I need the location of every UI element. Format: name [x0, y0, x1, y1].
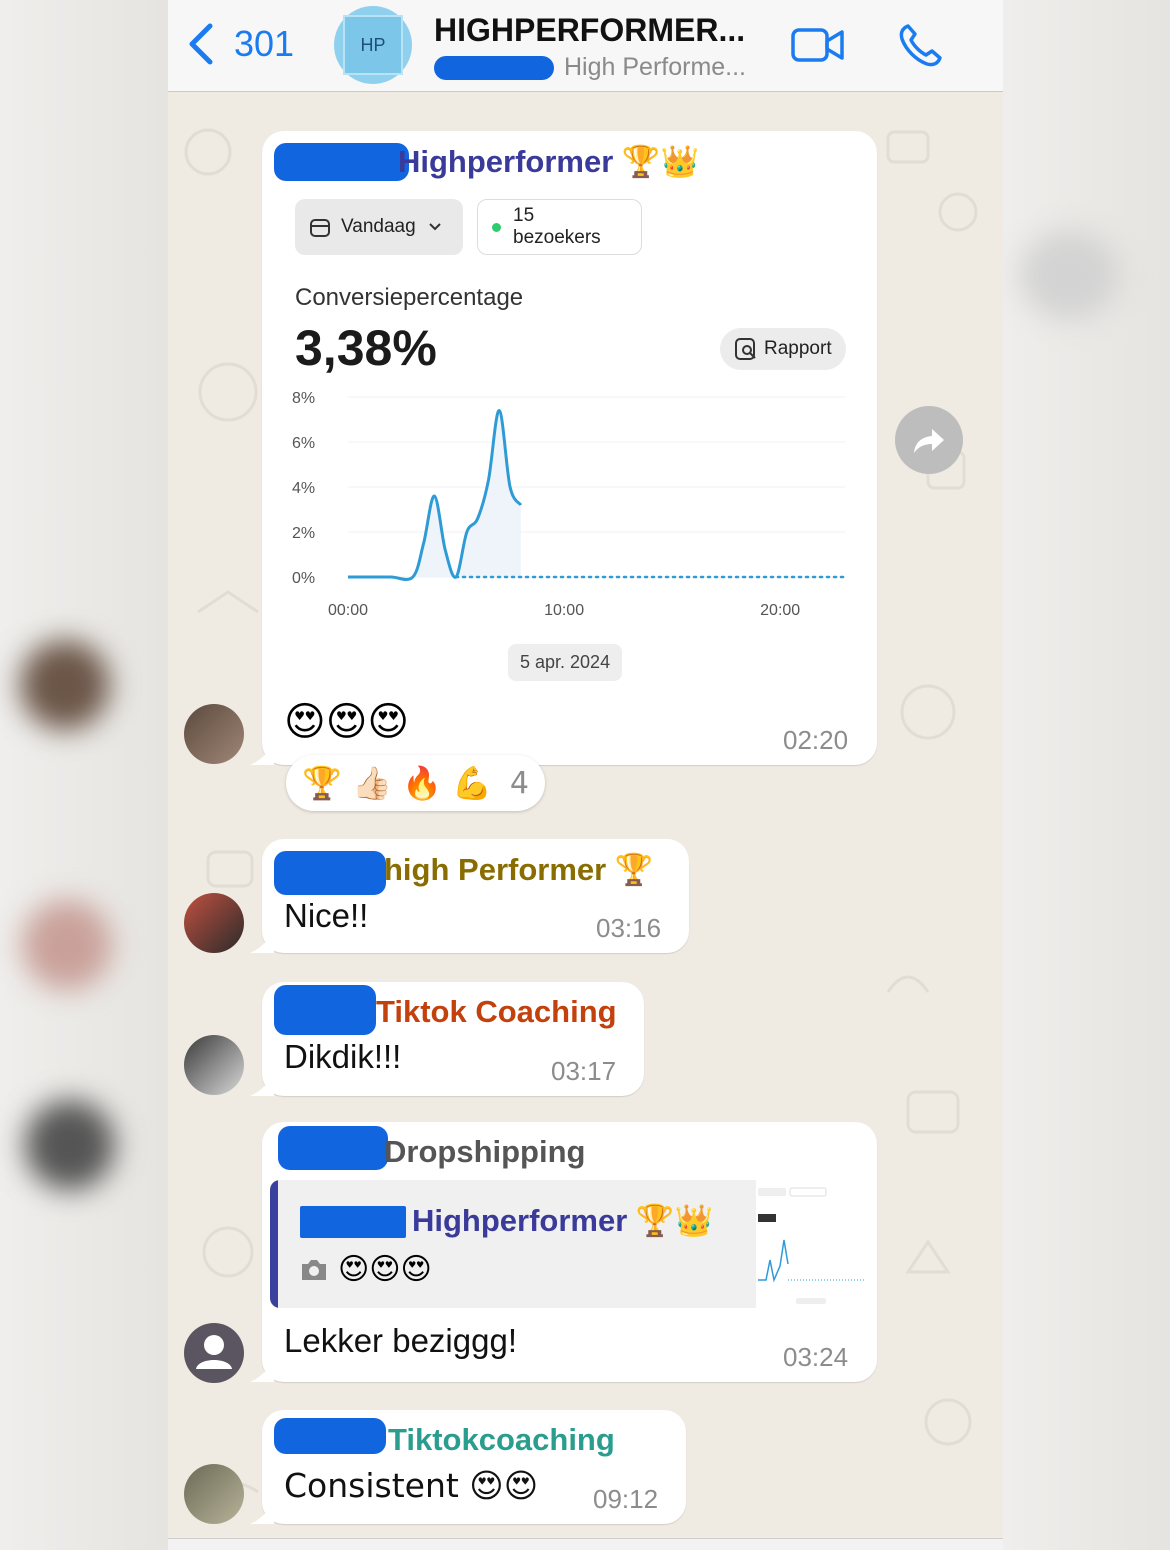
- reaction-emojis: 🏆 👍🏻 🔥 💪: [302, 764, 492, 802]
- thumbnail-chart-image: [758, 1187, 866, 1304]
- message-text: Nice!!: [284, 897, 369, 934]
- message-time: 09:12: [593, 1484, 659, 1514]
- video-camera-icon: [791, 28, 844, 62]
- voice-call-button[interactable]: [894, 22, 950, 73]
- bubble-tail: [250, 1360, 274, 1382]
- quoted-sender: Highperformer 🏆👑: [412, 1203, 714, 1238]
- left-backdrop: [0, 0, 168, 1550]
- sender-name: Highperformer 🏆👑: [398, 144, 700, 179]
- message-text: Lekker beziggg!: [284, 1322, 517, 1359]
- bottom-edge: [168, 1538, 1003, 1550]
- bubble-tail: [250, 1502, 274, 1524]
- sender-avatar[interactable]: [184, 1464, 244, 1524]
- message-bubble[interactable]: Tiktokcoaching Consistent 😍😍 09:12: [250, 1410, 686, 1524]
- y-tick-label: 0%: [292, 570, 315, 587]
- message-text: 😍😍😍: [284, 699, 410, 745]
- group-subtitle: High Performe...: [564, 53, 747, 81]
- message-time: 03:24: [783, 1342, 849, 1372]
- x-tick-label: 10:00: [544, 602, 584, 619]
- metric-label: Conversiepercentage: [295, 284, 524, 311]
- group-title: HIGHPERFORMER...: [434, 12, 746, 48]
- chevron-down-icon: [428, 223, 441, 231]
- y-tick-label: 6%: [292, 435, 315, 452]
- sender-name: Dropshipping: [384, 1134, 586, 1169]
- sender-avatar[interactable]: [184, 704, 244, 764]
- sender-name: Tiktok Coaching: [376, 994, 617, 1029]
- report-label: Rapport: [764, 338, 832, 359]
- forward-button[interactable]: [895, 406, 963, 474]
- unread-count: 301: [234, 23, 295, 64]
- live-dot-icon: [492, 222, 501, 232]
- group-subtitle-row: High Performe...: [434, 53, 774, 82]
- bubble-tail: [250, 743, 274, 765]
- redacted-name: [274, 1418, 386, 1454]
- camera-icon: [302, 1260, 326, 1280]
- blurred-shape: [1020, 230, 1120, 320]
- metric-value: 3,38%: [295, 320, 437, 376]
- x-tick-label: 20:00: [760, 602, 800, 619]
- message-text: Consistent 😍😍: [284, 1466, 539, 1505]
- redacted-name: [274, 143, 409, 181]
- quoted-content: 😍😍😍: [338, 1252, 432, 1287]
- report-search-icon: [735, 338, 756, 360]
- y-tick-label: 8%: [292, 390, 315, 407]
- report-button[interactable]: Rapport: [720, 328, 846, 370]
- message-text: Dikdik!!!: [284, 1038, 402, 1075]
- bubble-tail: [250, 931, 274, 953]
- message-time: 03:17: [551, 1056, 617, 1086]
- sender-name: Tiktokcoaching: [388, 1422, 615, 1457]
- y-tick-label: 2%: [292, 525, 315, 542]
- phone-icon: [899, 24, 942, 67]
- chevron-left-icon: [189, 23, 213, 65]
- date-range-dropdown[interactable]: Vandaag: [295, 199, 463, 255]
- quote-accent-bar: [270, 1180, 278, 1308]
- group-title-block[interactable]: HIGHPERFORMER... High Performe...: [434, 12, 774, 82]
- blurred-avatar: [22, 900, 112, 990]
- calendar-icon: [310, 219, 330, 237]
- message-bubble[interactable]: Tiktok Coaching Dikdik!!! 03:17: [250, 982, 644, 1096]
- conversion-chart: 8% 6% 4% 2% 0% 00:00 10:00 20:00: [292, 390, 847, 619]
- message-time: 03:16: [596, 913, 662, 943]
- quoted-thumbnail: [756, 1180, 870, 1308]
- date-range-label: Vandaag: [341, 216, 416, 237]
- redacted-name: [278, 1126, 388, 1170]
- sender-name: high Performer 🏆: [384, 852, 654, 887]
- redacted-name: [274, 985, 376, 1035]
- chat-header: 301 HP HIGHPERFORMER... High Performe...: [168, 0, 1003, 92]
- date-chip: 5 apr. 2024: [508, 644, 623, 681]
- reactions-bar[interactable]: 🏆 👍🏻 🔥 💪 4: [286, 755, 545, 811]
- redacted-name: [300, 1206, 406, 1238]
- redacted-name: [274, 851, 386, 895]
- group-avatar[interactable]: HP: [334, 6, 412, 84]
- blurred-avatar: [20, 640, 110, 730]
- x-tick-label: 00:00: [328, 602, 368, 619]
- message-bubble[interactable]: Highperformer 🏆👑 Vandaag 15 bezoekers Co…: [250, 131, 877, 765]
- group-avatar-text: HP: [360, 34, 386, 55]
- sender-avatar[interactable]: [184, 1323, 244, 1383]
- blurred-avatar: [25, 1100, 115, 1190]
- sender-avatar[interactable]: [184, 893, 244, 953]
- message-time: 02:20: [783, 725, 849, 755]
- visitors-badge: 15 bezoekers: [477, 199, 642, 255]
- chat-screen: 301 HP HIGHPERFORMER... High Performe...: [168, 0, 1003, 1550]
- video-call-button[interactable]: [790, 22, 846, 73]
- bubble-tail: [250, 1074, 274, 1096]
- quoted-message[interactable]: Highperformer 🏆👑 😍😍😍: [270, 1180, 870, 1308]
- reaction-count: 4: [509, 765, 529, 801]
- redacted-name: [434, 55, 554, 80]
- message-bubble[interactable]: Dropshipping Highperformer 🏆👑 😍😍😍 Lekker…: [250, 1122, 877, 1382]
- visitors-label: 15 bezoekers: [513, 205, 601, 248]
- y-tick-label: 4%: [292, 480, 315, 497]
- forward-arrow-icon: [914, 429, 944, 453]
- default-avatar-icon: [196, 1335, 232, 1369]
- sender-avatar[interactable]: [184, 1035, 244, 1095]
- message-bubble[interactable]: high Performer 🏆 Nice!! 03:16: [250, 839, 689, 953]
- back-button[interactable]: 301: [186, 22, 294, 66]
